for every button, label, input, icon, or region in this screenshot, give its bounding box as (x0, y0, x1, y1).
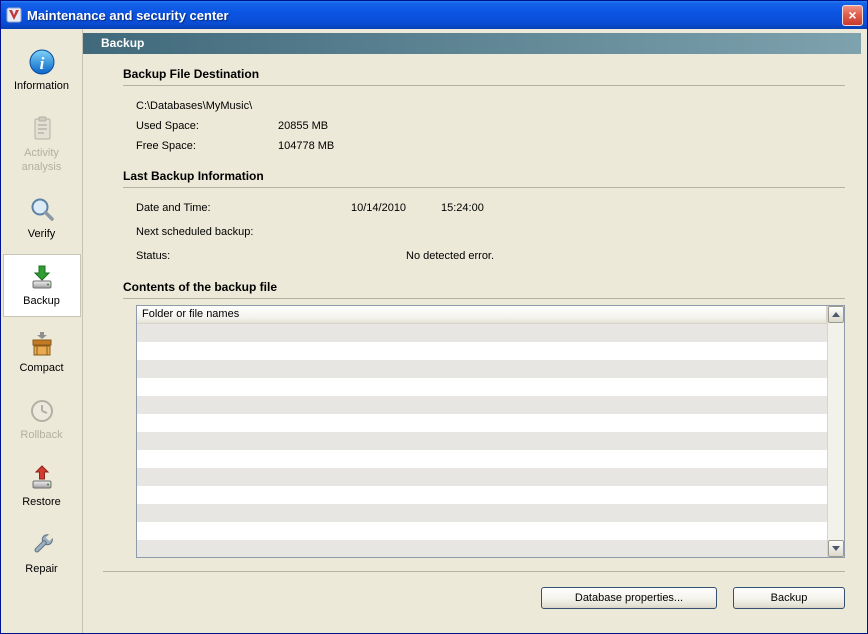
footer-divider (103, 571, 845, 572)
sidebar-item-label: Information (4, 79, 80, 93)
section-title: Contents of the backup file (123, 280, 845, 299)
sidebar-item-restore[interactable]: Restore (3, 455, 81, 518)
list-row (137, 360, 827, 378)
section-backup-contents: Contents of the backup file Folder or fi… (123, 280, 845, 558)
window-title: Maintenance and security center (27, 8, 842, 23)
list-row (137, 432, 827, 450)
vertical-scrollbar[interactable] (827, 306, 844, 557)
list-row (137, 414, 827, 432)
sidebar-item-label: Compact (4, 361, 80, 375)
list-row (137, 522, 827, 540)
backup-contents-list[interactable]: Folder or file names (136, 305, 845, 558)
arrow-down-icon (832, 546, 840, 551)
content: Backup File Destination C:\Databases\MyM… (83, 54, 867, 633)
rollback-icon (27, 396, 57, 426)
list-row (137, 342, 827, 360)
section-backup-destination: Backup File Destination C:\Databases\MyM… (123, 67, 845, 156)
time-value: 15:24:00 (441, 196, 484, 220)
list-row (137, 504, 827, 522)
list-row (137, 378, 827, 396)
sidebar-item-repair[interactable]: Repair (3, 522, 81, 585)
sidebar-item-rollback: Rollback (3, 388, 81, 451)
information-icon: i (27, 47, 57, 77)
sidebar-item-label: Repair (4, 562, 80, 576)
scroll-up-button[interactable] (828, 306, 844, 323)
sidebar-item-backup[interactable]: Backup (3, 254, 81, 317)
verify-icon (27, 195, 57, 225)
list-column-header[interactable]: Folder or file names (137, 306, 827, 324)
list-row (137, 324, 827, 342)
used-space-value: 20855 MB (278, 116, 328, 136)
sidebar-item-label: Activity analysis (4, 146, 80, 174)
status-label: Status: (136, 244, 406, 268)
list-row (137, 450, 827, 468)
list-row (137, 540, 827, 558)
sidebar-item-activity-analysis: Activity analysis (3, 106, 81, 183)
date-value: 10/14/2010 (351, 196, 441, 220)
list-row (137, 396, 827, 414)
used-space-label: Used Space: (136, 116, 278, 136)
main-panel: Backup Backup File Destination C:\Databa… (83, 29, 867, 633)
list-row (137, 486, 827, 504)
sidebar-item-compact[interactable]: Compact (3, 321, 81, 384)
next-backup-label: Next scheduled backup: (136, 220, 351, 244)
list-row (137, 468, 827, 486)
footer: Database properties... Backup (123, 587, 845, 609)
section-last-backup: Last Backup Information Date and Time: 1… (123, 169, 845, 268)
database-properties-button[interactable]: Database properties... (541, 587, 717, 609)
destination-path: C:\Databases\MyMusic\ (136, 96, 252, 116)
page-title: Backup (101, 36, 144, 50)
status-value: No detected error. (406, 244, 494, 268)
free-space-value: 104778 MB (278, 136, 334, 156)
sidebar-item-information[interactable]: i Information (3, 39, 81, 102)
sidebar-item-label: Rollback (4, 428, 80, 442)
sidebar-item-label: Restore (4, 495, 80, 509)
app-icon (6, 7, 22, 23)
page-header: Backup (83, 33, 861, 54)
window: Maintenance and security center × i Info… (0, 0, 868, 634)
sidebar-item-label: Verify (4, 227, 80, 241)
arrow-up-icon (832, 312, 840, 317)
sidebar: i Information Activity analysis (1, 29, 83, 633)
date-time-label: Date and Time: (136, 196, 351, 220)
backup-icon (27, 262, 57, 292)
sidebar-item-verify[interactable]: Verify (3, 187, 81, 250)
restore-icon (27, 463, 57, 493)
close-button[interactable]: × (842, 5, 863, 26)
free-space-label: Free Space: (136, 136, 278, 156)
sidebar-item-label: Backup (4, 294, 80, 308)
section-title: Last Backup Information (123, 169, 845, 188)
activity-analysis-icon (27, 114, 57, 144)
repair-icon (27, 530, 57, 560)
section-title: Backup File Destination (123, 67, 845, 86)
compact-icon (27, 329, 57, 359)
list-rows (137, 324, 827, 558)
titlebar: Maintenance and security center × (1, 1, 867, 29)
backup-button[interactable]: Backup (733, 587, 845, 609)
scroll-down-button[interactable] (828, 540, 844, 557)
svg-text:i: i (39, 54, 44, 73)
